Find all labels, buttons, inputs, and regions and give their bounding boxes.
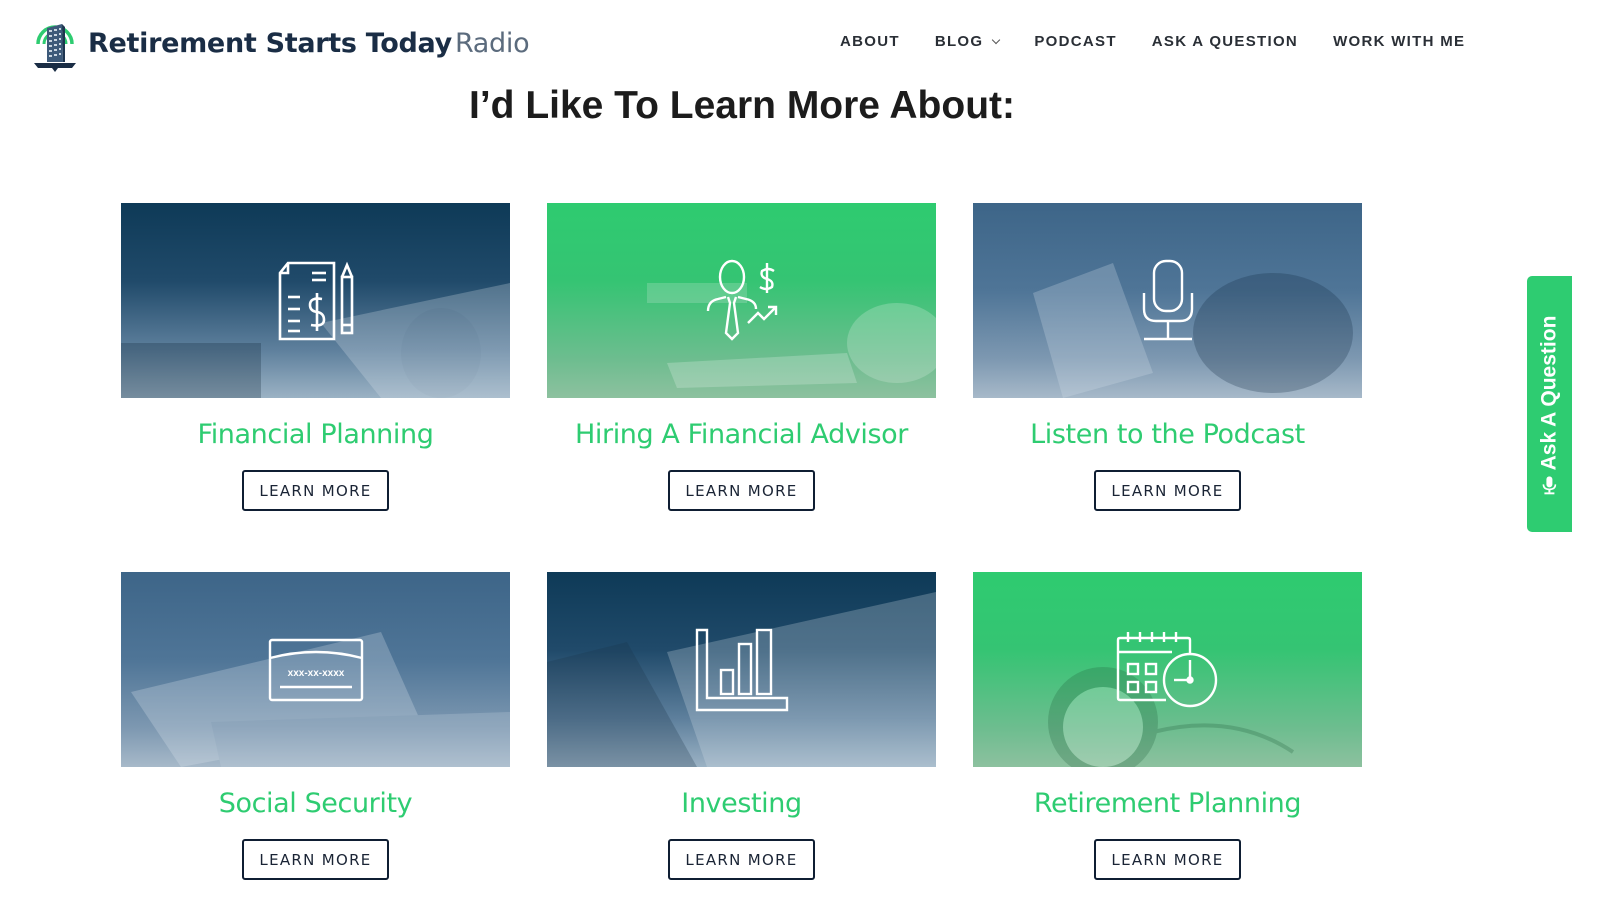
- card-hiring-financial-advisor: Hiring A Financial Advisor LEARN MORE: [547, 203, 936, 511]
- financial-document-icon: [278, 261, 353, 340]
- site-header: Retirement Starts Today Radio ABOUT BLOG …: [0, 0, 1600, 85]
- side-tab-content: Ask A Question: [1537, 315, 1562, 495]
- card-title[interactable]: Listen to the Podcast: [973, 419, 1362, 450]
- ask-a-question-side-tab[interactable]: Ask A Question: [1527, 276, 1572, 532]
- bar-chart-icon: [695, 628, 788, 711]
- card-investing: Investing LEARN MORE: [547, 572, 936, 880]
- card-icon-text: xxx-xx-xxxx: [287, 668, 344, 679]
- card-social-security: xxx-xx-xxxx Social Security LEARN MORE: [121, 572, 510, 880]
- card-image[interactable]: [973, 203, 1362, 398]
- logo-light-text: Radio: [454, 27, 530, 59]
- page-title: I’d Like To Learn More About:: [0, 84, 1484, 128]
- card-image[interactable]: [547, 203, 936, 398]
- learn-more-button[interactable]: LEARN MORE: [668, 839, 815, 880]
- learn-more-button[interactable]: LEARN MORE: [668, 470, 815, 511]
- logo-bold-text: Retirement Starts Today: [88, 27, 452, 59]
- card-retirement-planning: Retirement Planning LEARN MORE: [973, 572, 1362, 880]
- title-prefix: I’d Like To: [468, 84, 670, 127]
- learn-more-button[interactable]: LEARN MORE: [242, 839, 389, 880]
- card-image[interactable]: [121, 203, 510, 398]
- card-title[interactable]: Social Security: [121, 788, 510, 819]
- nav-blog[interactable]: BLOG: [934, 33, 1001, 50]
- nav-podcast[interactable]: PODCAST: [1034, 33, 1116, 50]
- social-security-card-icon: xxx-xx-xxxx: [268, 638, 363, 701]
- microphone-icon: [1542, 476, 1557, 495]
- card-title[interactable]: Hiring A Financial Advisor: [547, 419, 936, 450]
- microphone-icon: [1142, 259, 1193, 340]
- nav-work-with-me[interactable]: WORK WITH ME: [1333, 33, 1465, 50]
- card-listen-podcast: Listen to the Podcast LEARN MORE: [973, 203, 1362, 511]
- nav-about[interactable]: ABOUT: [840, 33, 900, 50]
- calendar-clock-icon: [1116, 631, 1217, 707]
- card-title[interactable]: Financial Planning: [121, 419, 510, 450]
- card-image[interactable]: xxx-xx-xxxx: [121, 572, 510, 767]
- card-image[interactable]: [973, 572, 1362, 767]
- chevron-down-icon: [992, 35, 1001, 44]
- site-logo[interactable]: Retirement Starts Today Radio: [32, 14, 530, 72]
- title-bold: Learn More: [669, 84, 880, 127]
- side-tab-label: Ask A Question: [1537, 315, 1561, 471]
- radio-tower-building-icon: [34, 24, 76, 72]
- learn-more-button[interactable]: LEARN MORE: [242, 470, 389, 511]
- learn-more-button[interactable]: LEARN MORE: [1094, 470, 1241, 511]
- card-title[interactable]: Retirement Planning: [973, 788, 1362, 819]
- nav-blog-label: BLOG: [934, 33, 984, 50]
- card-title[interactable]: Investing: [547, 788, 936, 819]
- main-nav: ABOUT BLOG PODCAST ASK A QUESTION WORK W…: [840, 33, 1465, 50]
- learn-more-button[interactable]: LEARN MORE: [1094, 839, 1241, 880]
- logo-text: Retirement Starts Today Radio: [88, 27, 530, 59]
- title-suffix: About:: [880, 84, 1015, 127]
- card-image[interactable]: [547, 572, 936, 767]
- nav-ask-a-question[interactable]: ASK A QUESTION: [1152, 33, 1298, 50]
- card-financial-planning: Financial Planning LEARN MORE: [121, 203, 510, 511]
- advisor-icon: [706, 259, 777, 341]
